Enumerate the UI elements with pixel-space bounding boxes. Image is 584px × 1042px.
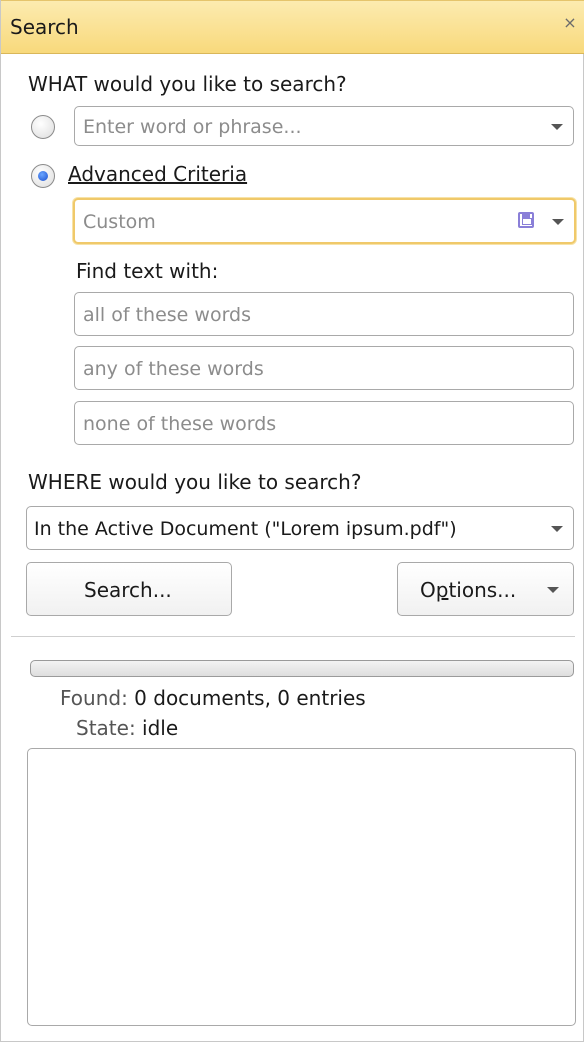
phrase-input[interactable]: Enter word or phrase... — [74, 106, 574, 146]
options-button-label: Options... — [420, 578, 517, 602]
chevron-down-icon[interactable] — [547, 587, 559, 593]
any-words-placeholder: any of these words — [83, 358, 264, 380]
phrase-radio[interactable] — [31, 115, 55, 139]
found-status: Found: 0 documents, 0 entries — [60, 686, 366, 710]
chevron-down-icon[interactable] — [551, 124, 563, 130]
criteria-preset-value: Custom — [83, 211, 156, 233]
all-words-placeholder: all of these words — [83, 304, 252, 326]
search-progress-bar — [30, 660, 574, 677]
advanced-criteria-label[interactable]: Advanced Criteria — [68, 162, 247, 186]
where-heading: WHERE would you like to search? — [28, 470, 362, 494]
advanced-criteria-radio[interactable] — [31, 164, 55, 188]
search-button[interactable]: Search... — [26, 562, 232, 616]
all-words-field[interactable]: all of these words — [74, 292, 574, 336]
criteria-preset-dropdown[interactable]: Custom — [73, 198, 576, 244]
search-button-label: Search... — [84, 578, 172, 602]
search-panel: Search × WHAT would you like to search? … — [0, 0, 584, 1042]
any-words-field[interactable]: any of these words — [74, 346, 574, 390]
phrase-placeholder: Enter word or phrase... — [83, 116, 302, 138]
panel-title: Search — [10, 15, 79, 39]
section-divider — [11, 636, 575, 637]
search-results-list[interactable] — [27, 748, 576, 1026]
chevron-down-icon[interactable] — [551, 526, 563, 532]
close-icon[interactable]: × — [562, 15, 578, 31]
none-words-field[interactable]: none of these words — [74, 401, 574, 445]
search-scope-value: In the Active Document ("Lorem ipsum.pdf… — [34, 518, 457, 540]
find-text-label: Find text with: — [76, 259, 219, 283]
panel-title-bar: Search × — [1, 0, 584, 54]
save-icon[interactable] — [518, 212, 534, 228]
search-scope-dropdown[interactable]: In the Active Document ("Lorem ipsum.pdf… — [26, 506, 574, 550]
chevron-down-icon[interactable] — [552, 219, 564, 225]
options-button[interactable]: Options... — [397, 562, 574, 616]
none-words-placeholder: none of these words — [83, 413, 277, 435]
what-heading: WHAT would you like to search? — [28, 72, 347, 96]
state-status: State: idle — [76, 716, 179, 740]
